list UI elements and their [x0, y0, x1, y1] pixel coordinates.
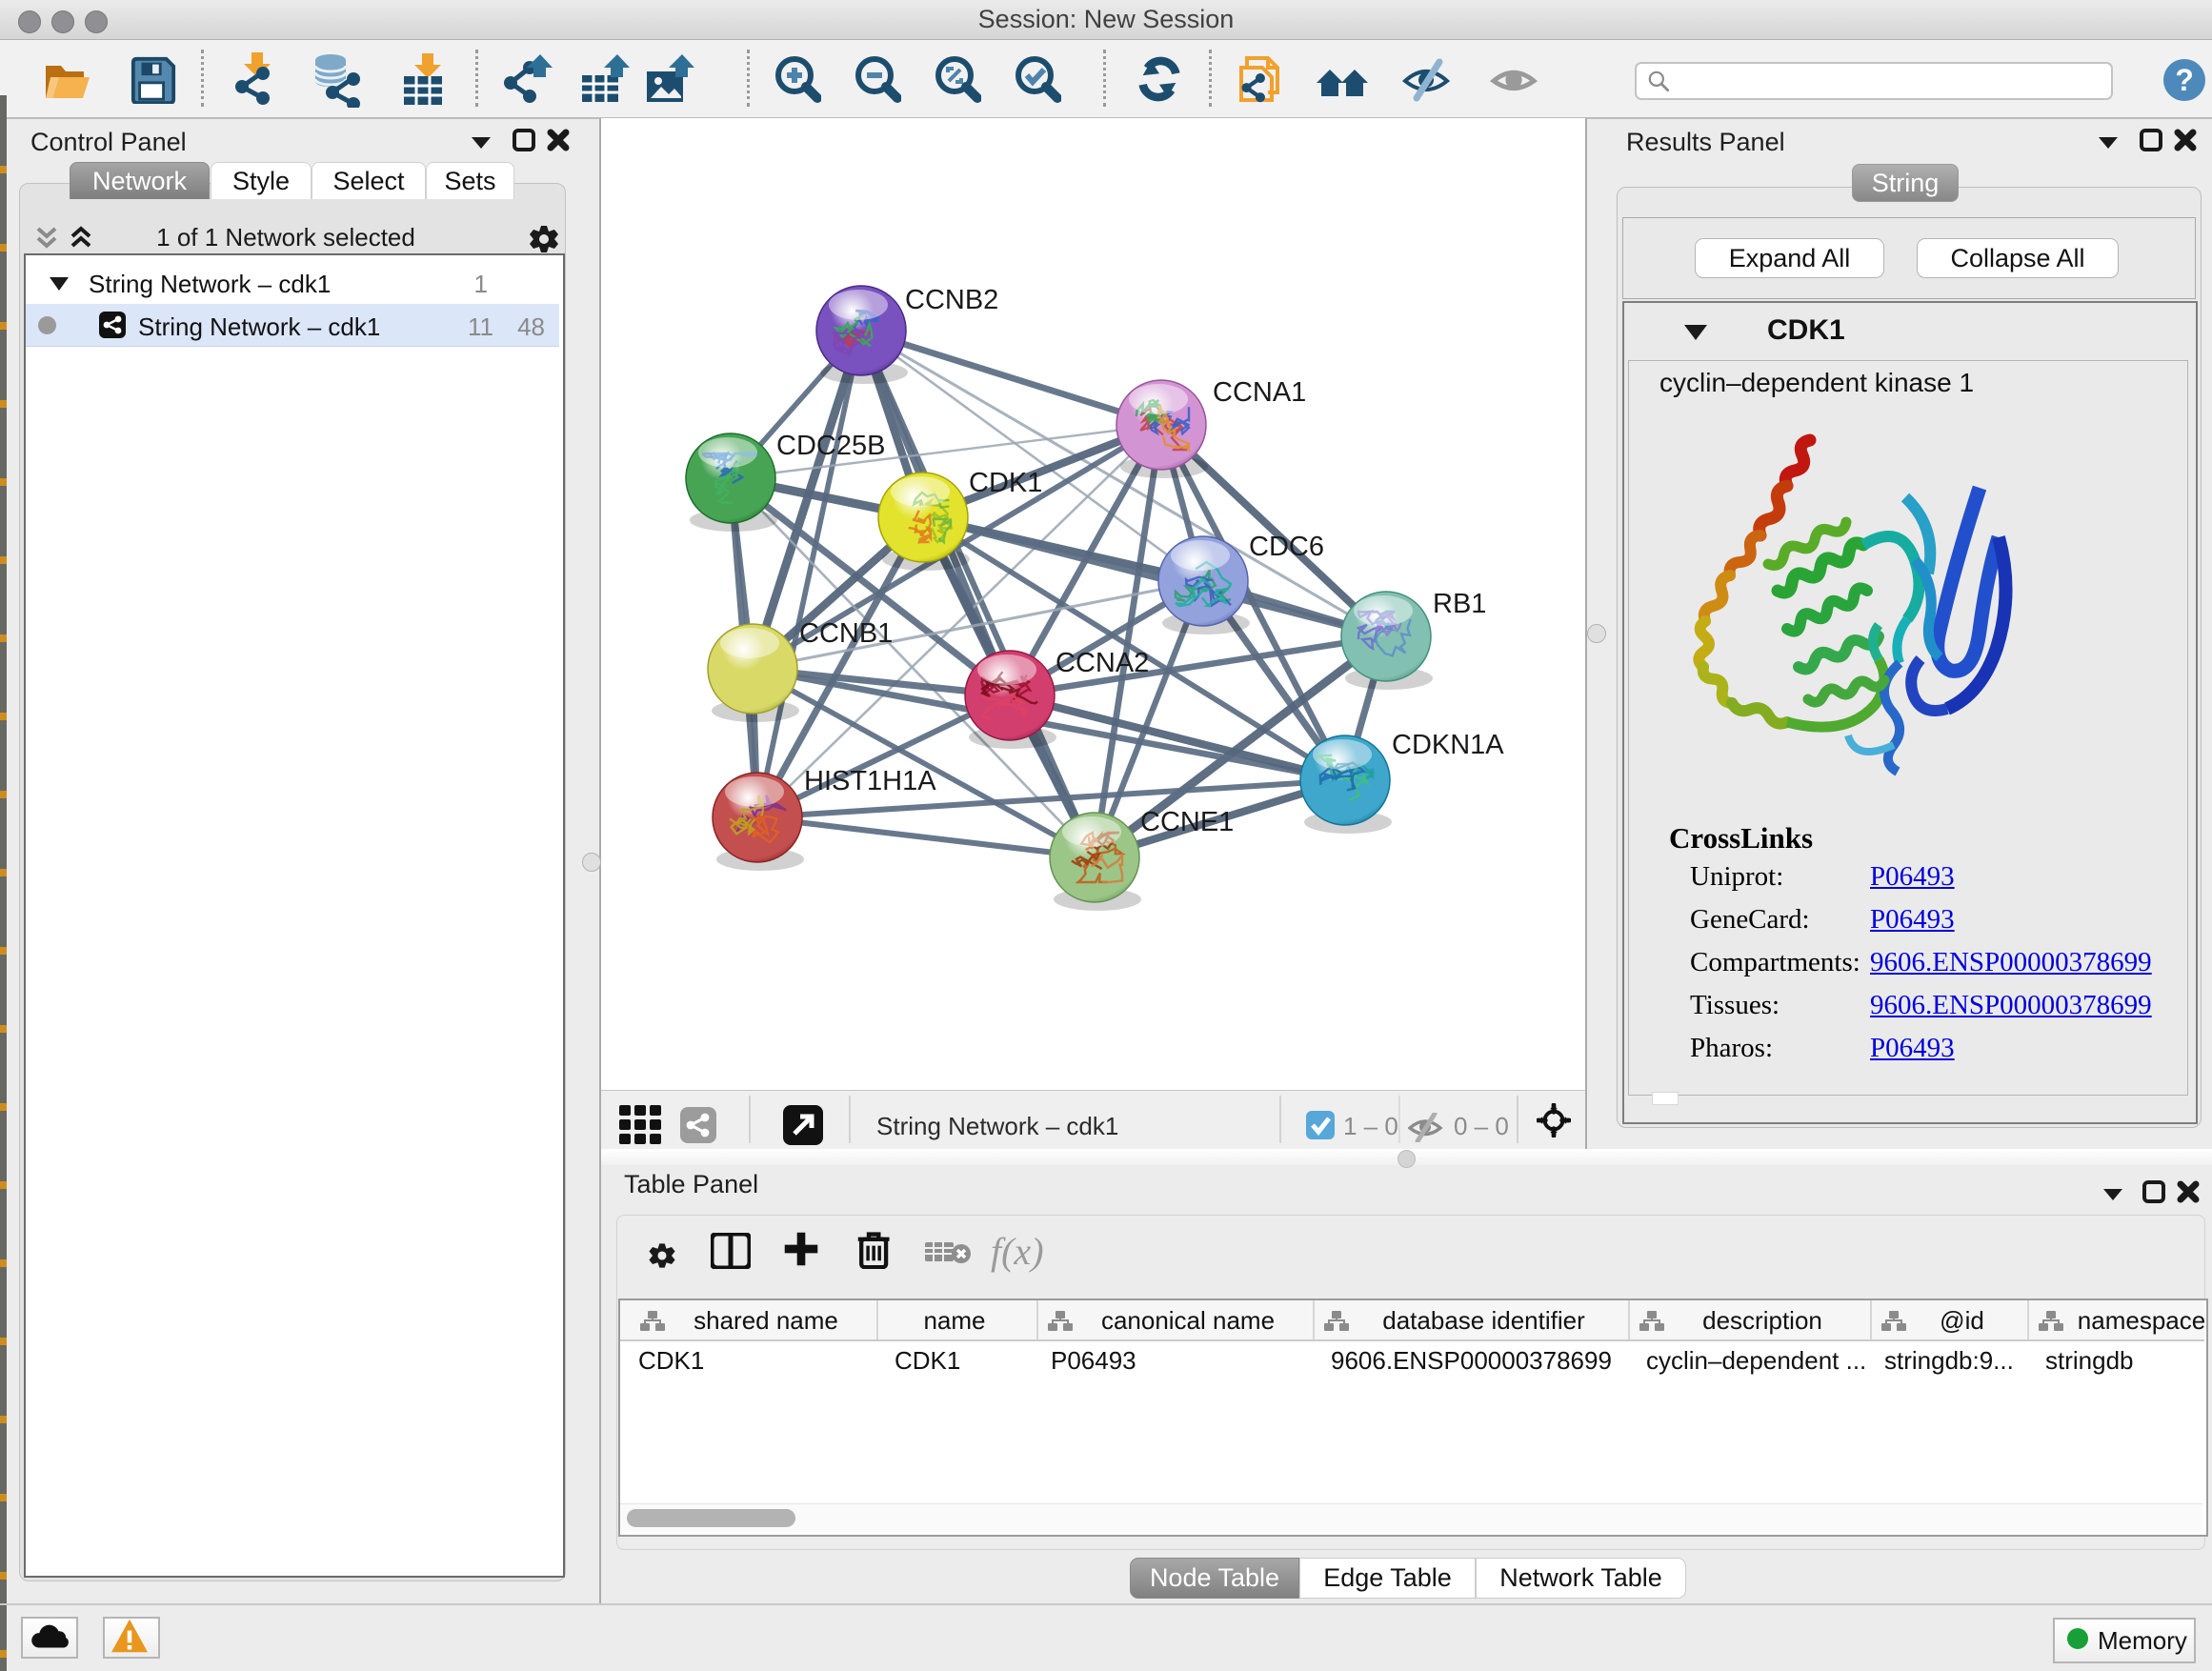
svg-text:CCNA1: CCNA1: [1213, 377, 1306, 408]
svg-text:CDKN1A: CDKN1A: [1392, 730, 1504, 760]
svg-text:CDC25B: CDC25B: [776, 431, 885, 461]
svg-text:CCNA2: CCNA2: [1056, 648, 1149, 678]
svg-text:CDK1: CDK1: [969, 468, 1042, 498]
svg-text:CDC6: CDC6: [1249, 532, 1324, 562]
svg-text:HIST1H1A: HIST1H1A: [804, 766, 936, 796]
svg-text:CCNE1: CCNE1: [1140, 807, 1234, 837]
svg-text:CCNB1: CCNB1: [799, 618, 893, 649]
svg-text:CCNB2: CCNB2: [905, 285, 998, 315]
svg-text:RB1: RB1: [1433, 589, 1486, 619]
